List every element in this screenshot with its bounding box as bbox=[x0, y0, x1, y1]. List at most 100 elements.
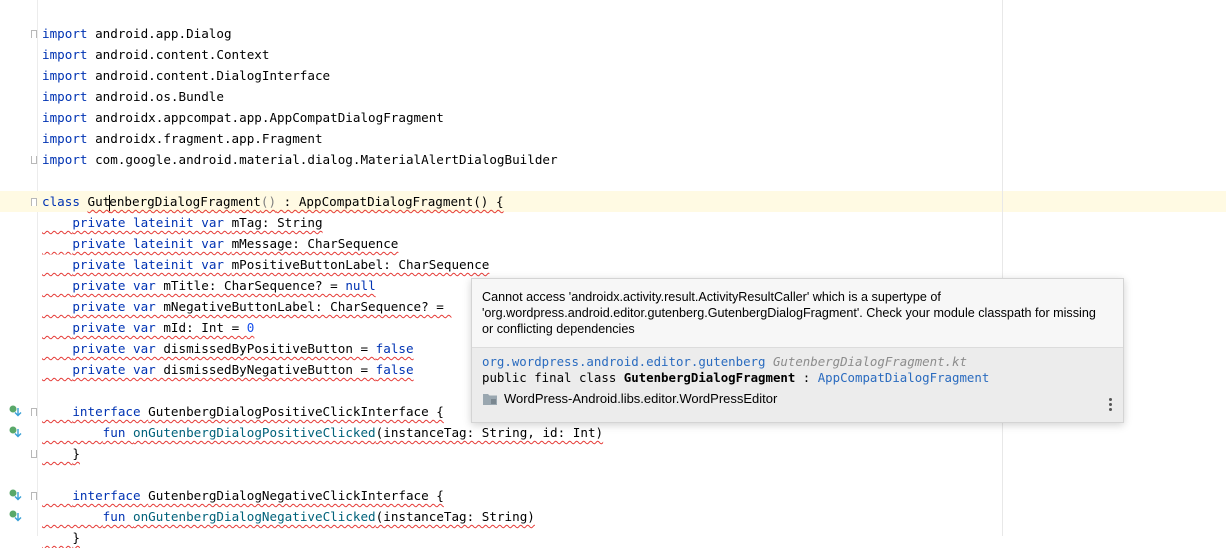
code-token: import bbox=[42, 131, 96, 146]
module-folder-icon bbox=[483, 393, 497, 405]
code-line[interactable]: import android.content.Context bbox=[42, 44, 603, 65]
code-token: 0 bbox=[246, 320, 255, 335]
declaration-signature: public final class GutenbergDialogFragme… bbox=[482, 370, 989, 385]
code-token: (instanceTag: String, id: Int) bbox=[375, 425, 604, 440]
package-link[interactable]: org.wordpress.android.editor.gutenberg bbox=[482, 354, 765, 369]
code-token: mTag: String bbox=[231, 215, 323, 230]
code-token: onGutenbergDialogNegativeClicked bbox=[133, 509, 376, 524]
code-token: onGutenbergDialogPositiveClicked bbox=[133, 425, 376, 440]
code-line[interactable]: import androidx.appcompat.app.AppCompatD… bbox=[42, 107, 603, 128]
code-line[interactable]: import androidx.fragment.app.Fragment bbox=[42, 128, 603, 149]
code-token: import bbox=[42, 152, 96, 167]
code-token: private lateinit var bbox=[72, 257, 232, 272]
code-token: private lateinit var bbox=[72, 215, 232, 230]
code-token: interface bbox=[72, 488, 149, 503]
code-token: androidx.appcompat.app.AppCompatDialogFr… bbox=[95, 110, 444, 125]
code-token: } bbox=[72, 446, 80, 461]
code-token: import bbox=[42, 89, 96, 104]
code-line[interactable]: fun onGutenbergDialogNegativeClicked(ins… bbox=[42, 506, 603, 527]
code-token: private var bbox=[72, 320, 164, 335]
code-token: android.content.Context bbox=[95, 47, 270, 62]
code-token: mNegativeButtonLabel: CharSequence? = bbox=[163, 299, 452, 314]
module-name: WordPress-Android.libs.editor.WordPressE… bbox=[504, 391, 778, 406]
fold-open-icon[interactable] bbox=[31, 30, 37, 38]
code-token: private var bbox=[72, 299, 164, 314]
gutter-divider bbox=[37, 0, 38, 536]
implemented-icon[interactable] bbox=[8, 425, 22, 439]
code-line[interactable]: } bbox=[42, 443, 603, 464]
code-token: import bbox=[42, 26, 96, 41]
fold-close-icon[interactable] bbox=[31, 450, 37, 458]
code-line[interactable] bbox=[42, 170, 603, 191]
code-line[interactable]: import android.app.Dialog bbox=[42, 23, 603, 44]
error-message: Cannot access 'androidx.activity.result.… bbox=[482, 290, 1096, 336]
code-line[interactable]: import android.os.Bundle bbox=[42, 86, 603, 107]
code-token: dismissedByNegativeButton = bbox=[163, 362, 376, 377]
code-token: } bbox=[72, 530, 80, 545]
code-token: null bbox=[345, 278, 376, 293]
declaration-name: GutenbergDialogFragment bbox=[623, 370, 796, 385]
code-token: () bbox=[260, 194, 277, 209]
code-token: private var bbox=[72, 362, 164, 377]
code-token: import bbox=[42, 47, 96, 62]
error-tooltip-popup: Cannot access 'androidx.activity.result.… bbox=[471, 278, 1124, 423]
code-token: private var bbox=[72, 341, 164, 356]
code-token: GutenbergDialogPositiveClickInterface { bbox=[148, 404, 444, 419]
code-token: import bbox=[42, 68, 96, 83]
code-token: private var bbox=[72, 278, 164, 293]
code-line[interactable]: private lateinit var mPositiveButtonLabe… bbox=[42, 254, 603, 275]
code-token: android.os.Bundle bbox=[95, 89, 224, 104]
code-line[interactable]: fun onGutenbergDialogPositiveClicked(ins… bbox=[42, 422, 603, 443]
implemented-icon[interactable] bbox=[8, 488, 22, 502]
code-line[interactable]: private lateinit var mMessage: CharSeque… bbox=[42, 233, 603, 254]
code-token: mTitle: CharSequence? = bbox=[163, 278, 346, 293]
code-token: androidx.fragment.app.Fragment bbox=[95, 131, 323, 146]
supertype-link[interactable]: AppCompatDialogFragment bbox=[818, 370, 990, 385]
implemented-icon[interactable] bbox=[8, 509, 22, 523]
code-line[interactable]: private lateinit var mTag: String bbox=[42, 212, 603, 233]
code-line[interactable]: interface GutenbergDialogNegativeClickIn… bbox=[42, 485, 603, 506]
code-token: import bbox=[42, 110, 96, 125]
code-token: mMessage: CharSequence bbox=[231, 236, 399, 251]
fold-open-icon[interactable] bbox=[31, 408, 37, 416]
code-line[interactable] bbox=[42, 464, 603, 485]
code-token: mId: Int = bbox=[163, 320, 247, 335]
code-token: fun bbox=[102, 509, 134, 524]
code-line[interactable]: import com.google.android.material.dialo… bbox=[42, 149, 603, 170]
module-info: WordPress-Android.libs.editor.WordPressE… bbox=[482, 391, 777, 406]
code-line[interactable]: import android.content.DialogInterface bbox=[42, 65, 603, 86]
fold-close-icon[interactable] bbox=[31, 156, 37, 164]
code-token: enbergDialogFragment bbox=[109, 194, 261, 209]
implemented-icon[interactable] bbox=[8, 404, 22, 418]
code-token: false bbox=[375, 341, 414, 356]
code-token: interface bbox=[72, 404, 149, 419]
more-options-icon[interactable] bbox=[1109, 398, 1113, 412]
code-token: android.content.DialogInterface bbox=[95, 68, 331, 83]
code-token: false bbox=[375, 362, 414, 377]
declaration-location: org.wordpress.android.editor.gutenberg G… bbox=[482, 354, 967, 369]
fold-open-icon[interactable] bbox=[31, 492, 37, 500]
code-token: (instanceTag: String) bbox=[375, 509, 535, 524]
code-token: : AppCompatDialogFragment() { bbox=[276, 194, 504, 209]
code-token: android.app.Dialog bbox=[95, 26, 232, 41]
fold-open-icon[interactable] bbox=[31, 198, 37, 206]
code-token: private lateinit var bbox=[72, 236, 232, 251]
code-line[interactable]: } bbox=[42, 527, 603, 548]
declaration-separator: : bbox=[795, 370, 818, 385]
code-line[interactable]: class GutenbergDialogFragment() : AppCom… bbox=[42, 191, 603, 212]
code-token: GutenbergDialogNegativeClickInterface { bbox=[148, 488, 444, 503]
code-token: Gut bbox=[87, 194, 111, 209]
